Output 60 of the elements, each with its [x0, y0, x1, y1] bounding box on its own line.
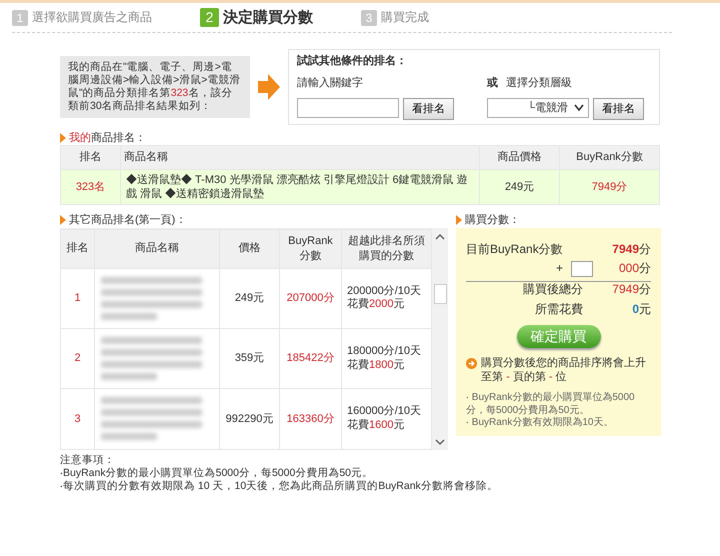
keyword-input[interactable]: [297, 98, 399, 118]
or-label: 或: [487, 76, 498, 90]
column-header: 排名: [60, 146, 120, 170]
category-label: 選擇分類層級: [506, 76, 572, 90]
table-cell: 359元: [220, 328, 280, 389]
table-cell: 3: [60, 388, 94, 450]
column-header: 價格: [220, 229, 280, 268]
score-label: +: [554, 261, 563, 277]
column-header: BuyRank分數: [280, 229, 342, 268]
chevron-up-icon[interactable]: [435, 232, 445, 240]
table-cell: 185422分: [280, 328, 342, 389]
table-cell: 2: [60, 328, 94, 389]
arrow-circle-icon: [466, 358, 477, 369]
section-title: 購買分數：: [465, 213, 520, 228]
section-title: 我的商品排名：: [69, 131, 146, 146]
category-info: 我的商品在"電腦、電子、周邊>電腦周邊設備>輸入設備>滑鼠>電競滑鼠"的商品分類排名第323名，該分類前30名商品排名結果如列：: [60, 56, 250, 118]
column-header: BuyRank分數: [560, 146, 660, 170]
result-text: 購買分數後您的商品排序將會上升至第 - 頁的第 - 位: [481, 356, 647, 384]
table-cell: 1: [60, 268, 94, 328]
step-number: 2: [200, 8, 219, 28]
arrow-icon: [258, 74, 280, 100]
step-label: 決定購買分數: [223, 8, 313, 28]
search-title: 試試其他條件的排名：: [297, 54, 408, 68]
table-cell: 249元: [220, 268, 280, 328]
table-cell: 249元: [480, 169, 560, 205]
table-cell: 323名: [60, 169, 120, 205]
note-text: ‧每次購買的分數有效期限為 10 天，10天後，您為此商品所購買的BuyRank分數將會移除。: [60, 480, 499, 493]
note-text: ‧BuyRank分數的最小購買單位為5000分，每5000分費用為50元。: [60, 466, 374, 480]
hint-text: ‧ BuyRank分數的最小購買單位為5000分，每5000分費用為50元。: [466, 392, 636, 416]
table-cell: 992290元: [220, 388, 280, 450]
table-cell: 207000分: [280, 268, 342, 328]
score-value: 7949分: [611, 242, 651, 258]
score-label: 所需花費: [534, 302, 583, 318]
step-label: 購買完成: [381, 10, 429, 26]
section-title: 其它商品排名(第一頁)：: [69, 213, 186, 228]
score-label: 購買後總分: [522, 282, 583, 298]
table-cell: ◆送滑鼠墊◆ T-M30 光學滑鼠 漂亮酷炫 引擎尾燈設計 6鍵電競滑鼠 遊戲 滑鼠 ◆送精密鎖邊滑鼠墊: [120, 169, 480, 205]
keyword-label: 請輸入關鍵字: [297, 76, 364, 90]
points-input[interactable]: [571, 261, 593, 278]
score-value: 7949分: [611, 282, 651, 298]
column-header: 排名: [60, 229, 94, 268]
column-header: 商品名稱: [94, 229, 220, 268]
score-value: 0元: [631, 302, 651, 318]
chevron-down-icon: [574, 104, 584, 112]
scrollbar-thumb[interactable]: [434, 284, 446, 304]
column-header: 商品名稱: [120, 146, 480, 170]
score-value: 000分: [618, 261, 651, 277]
hint-text: ‧ BuyRank分數有效期限為10天。: [466, 417, 614, 430]
search-button[interactable]: 看排名: [403, 98, 454, 120]
notes-title: 注意事項：: [60, 454, 116, 467]
chevron-down-icon[interactable]: [435, 438, 445, 446]
score-label: 目前BuyRank分數: [466, 242, 564, 258]
column-header: 超越此排名所須購買的分數: [342, 229, 432, 268]
table-cell: 7949分: [560, 169, 660, 205]
step-label: 選擇欲購買廣告之商品: [32, 10, 152, 26]
column-header: 商品價格: [480, 146, 560, 170]
search-button[interactable]: 看排名: [593, 98, 644, 120]
category-select[interactable]: └電競滑: [487, 98, 589, 118]
table-cell: 163360分: [280, 388, 342, 450]
scrollbar[interactable]: [432, 228, 448, 450]
